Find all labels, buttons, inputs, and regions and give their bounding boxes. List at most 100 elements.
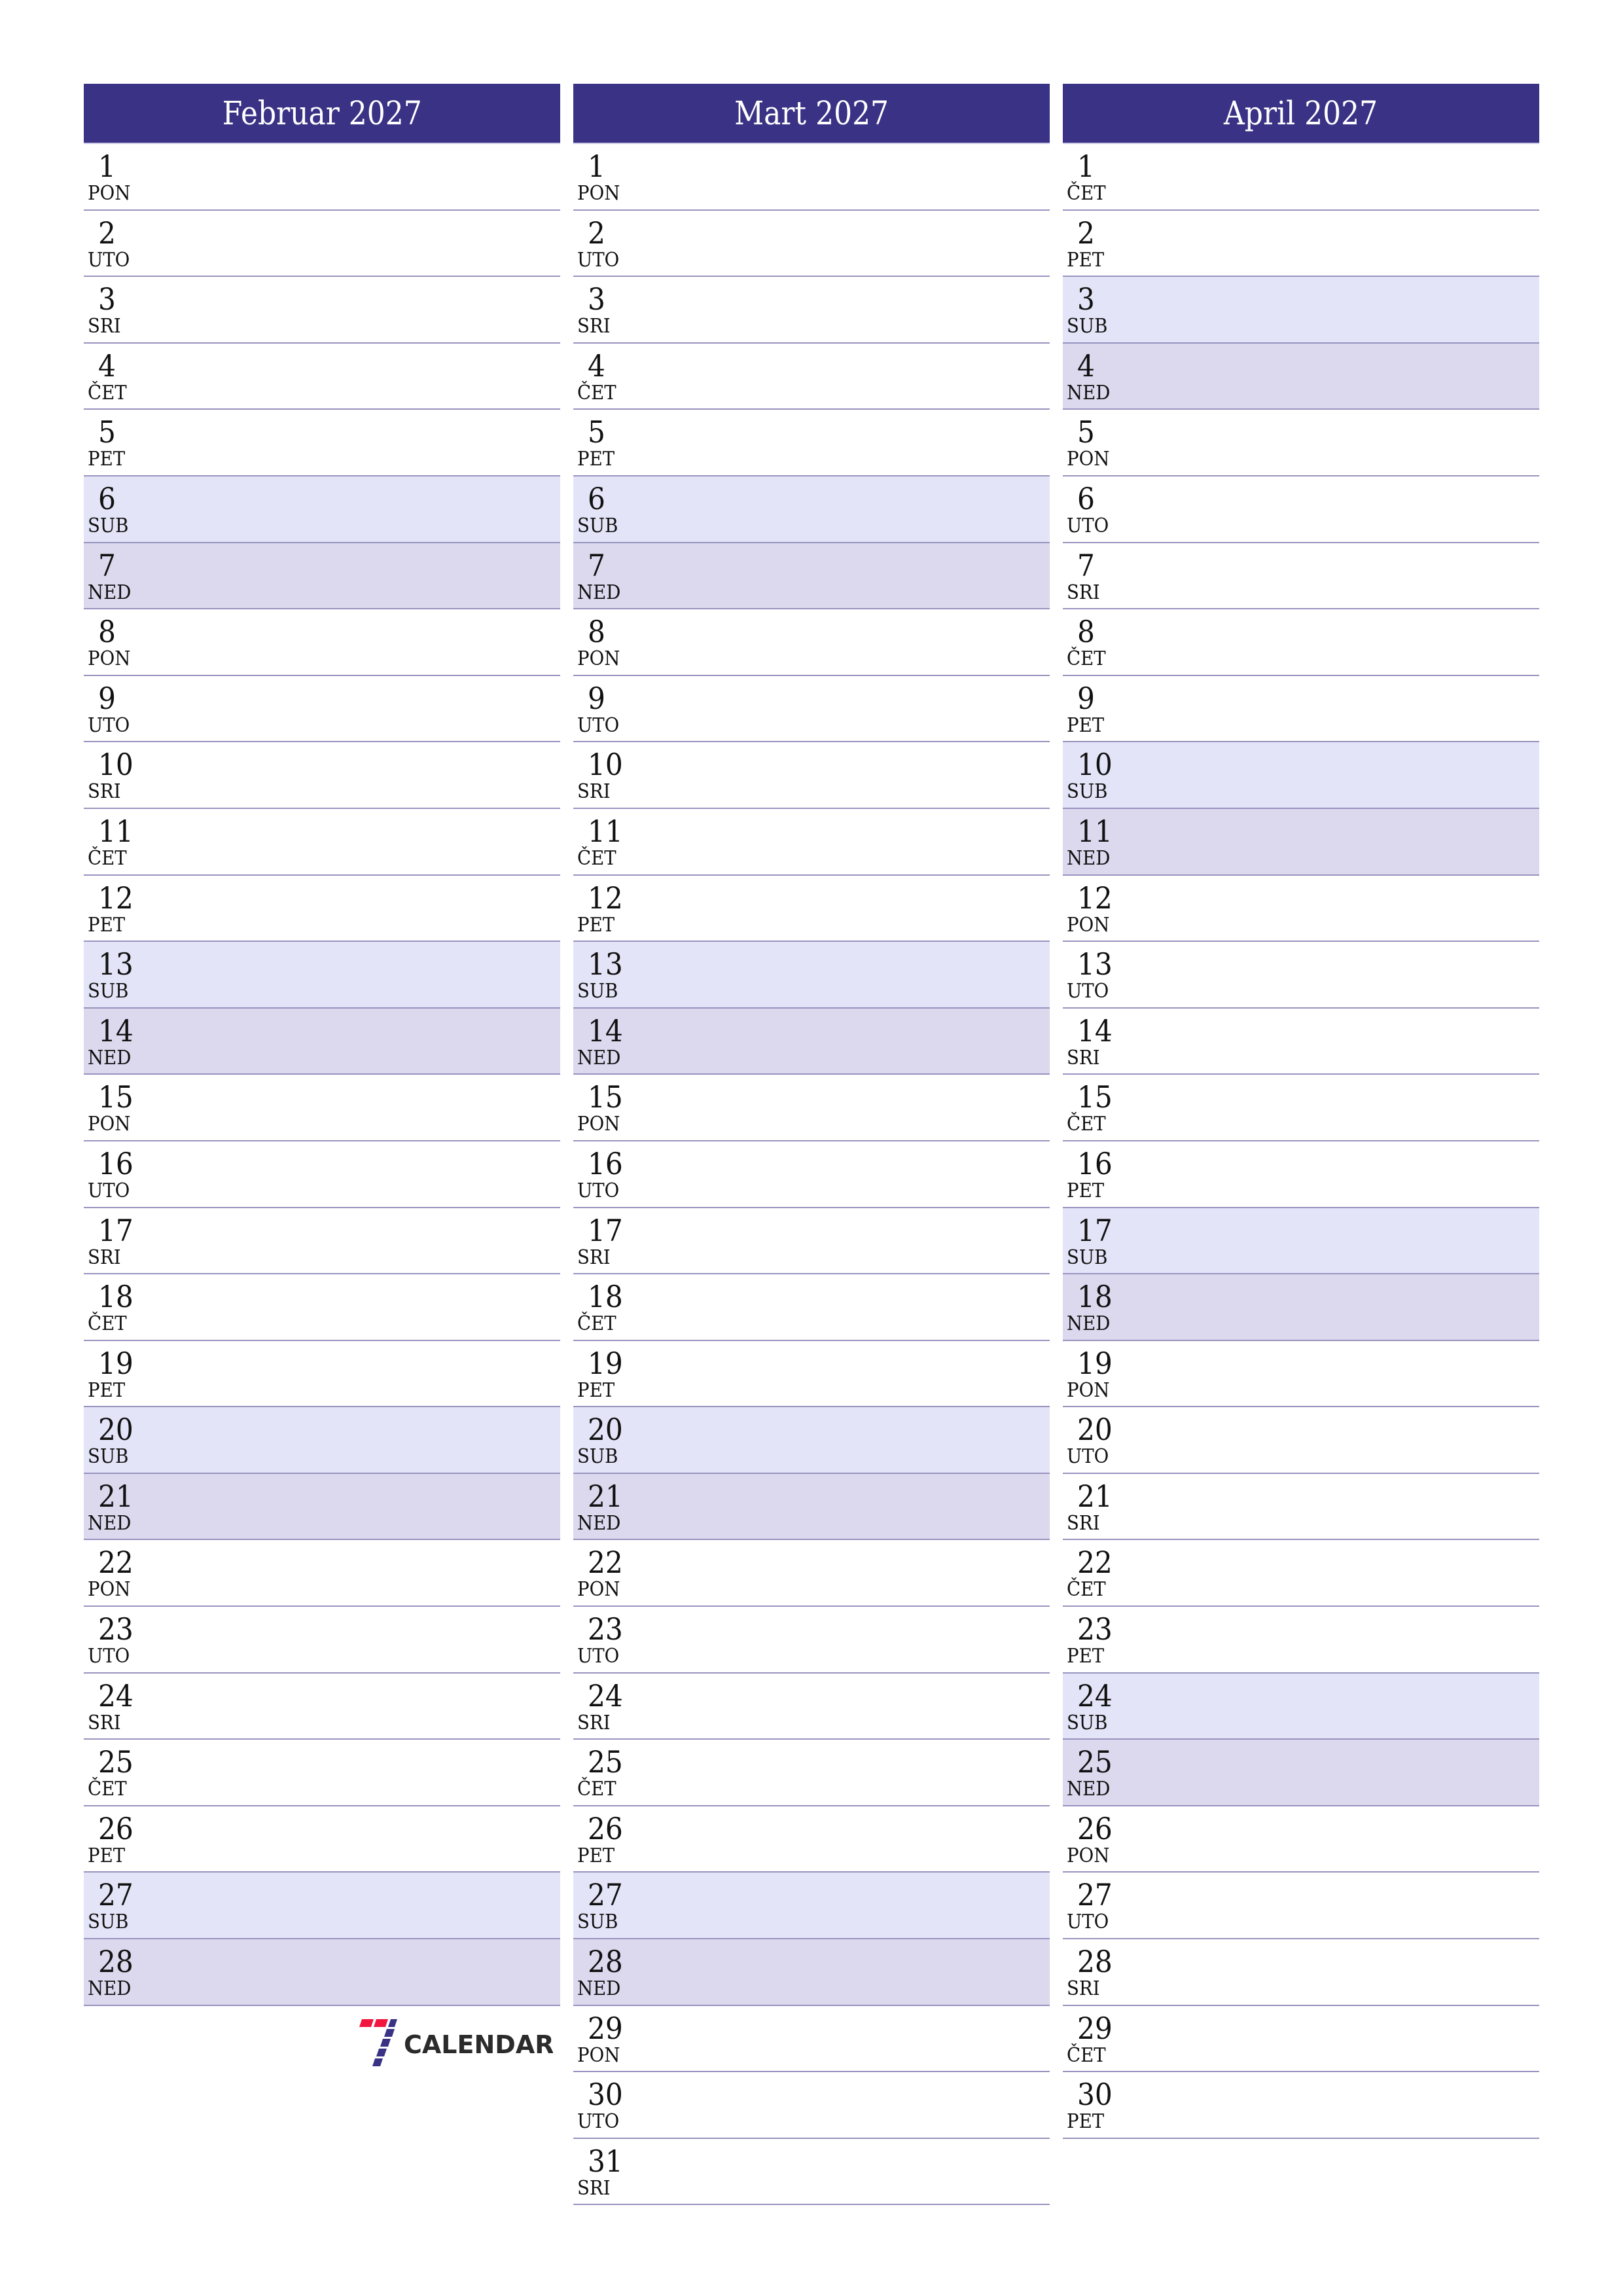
weekday-label: PON: [577, 1578, 620, 1602]
weekday-label: UTO: [577, 2110, 620, 2134]
weekday-label: SUB: [577, 514, 618, 537]
day-row: 4 NED: [1063, 343, 1539, 410]
weekday-label: SUB: [88, 1910, 129, 1934]
month-april: April 2027 1 ČET 2 PET 3 SUB 4 NED 5 PON 6 UTO 7 SRI 8…: [1063, 84, 1539, 2139]
day-number: 14: [1077, 1013, 1113, 1049]
weekday-label: SRI: [1067, 1511, 1100, 1535]
day-row: 23 UTO: [84, 1607, 560, 1674]
month-title: Februar 2027: [222, 94, 422, 132]
weekday-label: PON: [88, 1578, 131, 1602]
day-row: 16 UTO: [573, 1141, 1050, 1208]
day-row: 15 PON: [573, 1075, 1050, 1141]
day-number: 27: [1077, 1877, 1113, 1913]
day-row: 4 ČET: [84, 344, 560, 410]
day-number: 27: [588, 1877, 623, 1913]
weekday-label: UTO: [88, 713, 130, 737]
weekday-label: NED: [1067, 846, 1111, 870]
day-row: 8 PON: [84, 609, 560, 676]
day-number: 26: [588, 1810, 623, 1846]
day-row: 23 PET: [1063, 1607, 1539, 1674]
day-row: 2 UTO: [84, 211, 560, 278]
weekday-label: SUB: [88, 1445, 129, 1469]
month-title: April 2027: [1224, 94, 1378, 132]
day-number: 13: [588, 946, 623, 982]
day-row: 6 SUB: [84, 476, 560, 543]
day-row: 10 SRI: [84, 742, 560, 809]
day-row: 7 NED: [573, 543, 1050, 610]
weekday-label: PET: [88, 1378, 126, 1402]
day-row: 1 ČET: [1063, 144, 1539, 211]
day-number: 1: [588, 149, 605, 184]
weekday-label: SUB: [577, 1910, 618, 1934]
weekday-label: ČET: [1067, 647, 1106, 671]
day-row: 16 UTO: [84, 1141, 560, 1208]
weekday-label: SUB: [88, 980, 129, 1003]
day-number: 4: [1077, 348, 1095, 384]
day-list: 1 ČET 2 PET 3 SUB 4 NED 5 PON 6 UTO 7 SRI 8 ČET 9 PET 10 SU…: [1063, 144, 1539, 2139]
weekday-label: SUB: [1067, 315, 1108, 338]
day-number: 31: [588, 2143, 623, 2179]
day-number: 2: [588, 215, 605, 251]
logo-text: CALENDAR: [404, 2030, 553, 2059]
day-number: 23: [98, 1611, 134, 1647]
day-number: 20: [98, 1412, 134, 1448]
day-row: 15 PON: [84, 1075, 560, 1141]
day-number: 17: [98, 1212, 134, 1248]
day-row: 13 SUB: [84, 942, 560, 1009]
day-number: 22: [98, 1545, 134, 1581]
weekday-label: NED: [1067, 1312, 1111, 1336]
day-row: 3 SRI: [573, 277, 1050, 344]
weekday-label: PET: [1067, 713, 1105, 737]
day-number: 12: [1077, 880, 1113, 916]
day-row: 27 UTO: [1063, 1873, 1539, 1940]
weekday-label: NED: [1067, 1778, 1111, 1801]
weekday-label: PON: [577, 647, 620, 671]
day-number: 3: [588, 281, 605, 317]
weekday-label: PON: [1067, 1378, 1110, 1402]
weekday-label: SRI: [1067, 581, 1100, 604]
day-row: 28 SRI: [1063, 1939, 1539, 2006]
day-row: 17 SUB: [1063, 1208, 1539, 1275]
day-number: 23: [588, 1611, 623, 1647]
day-row: 14 NED: [84, 1008, 560, 1075]
day-number: 18: [98, 1279, 134, 1315]
weekday-label: PET: [1067, 248, 1105, 272]
day-number: 18: [588, 1279, 623, 1315]
day-number: 19: [588, 1345, 623, 1381]
weekday-label: NED: [88, 1046, 132, 1069]
day-row: 14 NED: [573, 1008, 1050, 1075]
day-row: 27 SUB: [573, 1873, 1050, 1940]
day-number: 11: [588, 813, 623, 849]
day-number: 24: [588, 1677, 623, 1713]
day-row: 19 PET: [573, 1341, 1050, 1408]
day-row: 8 ČET: [1063, 609, 1539, 676]
day-row: 27 SUB: [84, 1873, 560, 1940]
day-row: 7 SRI: [1063, 543, 1539, 610]
day-number: 17: [588, 1212, 623, 1248]
day-number: 21: [98, 1478, 134, 1514]
day-row: 7 NED: [84, 543, 560, 610]
weekday-label: UTO: [577, 713, 620, 737]
weekday-label: NED: [577, 581, 621, 604]
day-row: 4 ČET: [573, 344, 1050, 410]
day-row: 21 NED: [84, 1473, 560, 1541]
day-row: 13 UTO: [1063, 942, 1539, 1009]
weekday-label: UTO: [88, 1645, 130, 1668]
day-number: 24: [1077, 1677, 1113, 1713]
weekday-label: SRI: [1067, 1046, 1100, 1069]
day-number: 11: [1077, 813, 1113, 849]
day-number: 6: [98, 480, 116, 516]
weekday-label: UTO: [88, 1179, 130, 1202]
weekday-label: PET: [88, 448, 126, 471]
day-number: 29: [588, 2010, 623, 2046]
day-row: 26 PON: [1063, 1806, 1539, 1873]
day-row: 24 SUB: [1063, 1673, 1539, 1740]
day-row: 31 SRI: [573, 2139, 1050, 2206]
day-row: 22 PON: [573, 1540, 1050, 1607]
weekday-label: SUB: [1067, 1711, 1108, 1734]
day-number: 28: [588, 1944, 623, 1980]
weekday-label: SRI: [88, 1711, 121, 1734]
day-row: 15 ČET: [1063, 1075, 1539, 1141]
day-row: 2 UTO: [573, 211, 1050, 278]
weekday-label: ČET: [577, 1778, 616, 1801]
